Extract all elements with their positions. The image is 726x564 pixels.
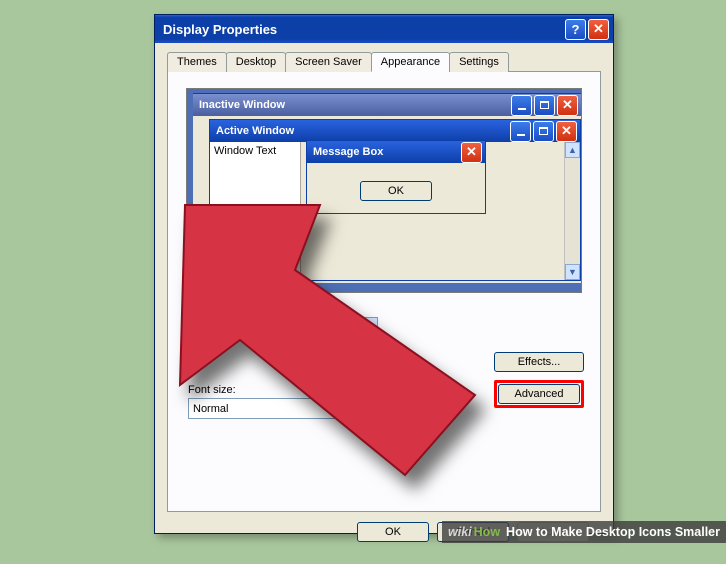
minimize-icon: [511, 95, 532, 116]
inactive-window-title: Inactive Window: [199, 99, 509, 111]
titlebar[interactable]: Display Properties ? ✕: [155, 15, 613, 43]
close-icon: ✕: [556, 121, 577, 142]
close-icon: ✕: [461, 142, 482, 163]
display-properties-dialog: Display Properties ? ✕ Themes Desktop Sc…: [154, 14, 614, 534]
preview-window-text: Window Text: [210, 142, 300, 280]
active-window-title: Active Window: [216, 125, 508, 137]
font-size-select[interactable]: Normal ▼: [188, 398, 378, 419]
minimize-icon: [510, 121, 531, 142]
caption-wiki: wiki: [448, 525, 472, 539]
chevron-down-icon: ▼: [360, 399, 377, 418]
appearance-panel: Inactive Window ✕ Active Window ✕ Wind: [167, 72, 601, 512]
preview-active-window: Active Window ✕ Window Text Message Box …: [209, 119, 581, 281]
message-box-title: Message Box: [313, 146, 459, 158]
tab-themes[interactable]: Themes: [167, 52, 227, 72]
tab-desktop[interactable]: Desktop: [226, 52, 286, 72]
effects-button[interactable]: Effects...: [494, 352, 584, 372]
font-size-value: Normal: [193, 403, 360, 415]
wikihow-caption: wikiHow How to Make Desktop Icons Smalle…: [442, 521, 726, 543]
scheme-row: W Window ▼: [188, 303, 580, 338]
preview-right-pane: Message Box ✕ OK ▲ ▼: [300, 142, 580, 280]
window-title: Display Properties: [163, 22, 563, 37]
scheme-value: Window: [190, 321, 360, 335]
tab-appearance[interactable]: Appearance: [371, 52, 450, 72]
scroll-up-icon: ▲: [565, 142, 580, 158]
caption-how: How: [474, 525, 500, 539]
scheme-label: W: [188, 303, 580, 315]
tab-strip: Themes Desktop Screen Saver Appearance S…: [167, 51, 601, 72]
maximize-icon: [533, 121, 554, 142]
advanced-button[interactable]: Advanced: [498, 384, 580, 404]
dialog-body: Themes Desktop Screen Saver Appearance S…: [155, 43, 613, 564]
preview-message-box: Message Box ✕ OK: [306, 140, 486, 214]
chevron-down-icon: ▼: [360, 318, 377, 337]
tab-settings[interactable]: Settings: [449, 52, 509, 72]
preview-scrollbar: ▲ ▼: [564, 142, 580, 280]
message-box-ok-button: OK: [360, 181, 432, 201]
close-button[interactable]: ✕: [588, 19, 609, 40]
tab-screen-saver[interactable]: Screen Saver: [285, 52, 372, 72]
close-icon: ✕: [557, 95, 578, 116]
advanced-highlight: Advanced: [494, 380, 584, 408]
scheme-select[interactable]: Window ▼: [188, 317, 378, 338]
caption-article: How to Make Desktop Icons Smaller: [506, 525, 720, 539]
scroll-down-icon: ▼: [565, 264, 580, 280]
help-button[interactable]: ?: [565, 19, 586, 40]
side-buttons: Effects... Advanced: [494, 352, 584, 408]
ok-button[interactable]: OK: [357, 522, 429, 542]
maximize-icon: [534, 95, 555, 116]
theme-preview: Inactive Window ✕ Active Window ✕ Wind: [186, 88, 582, 293]
